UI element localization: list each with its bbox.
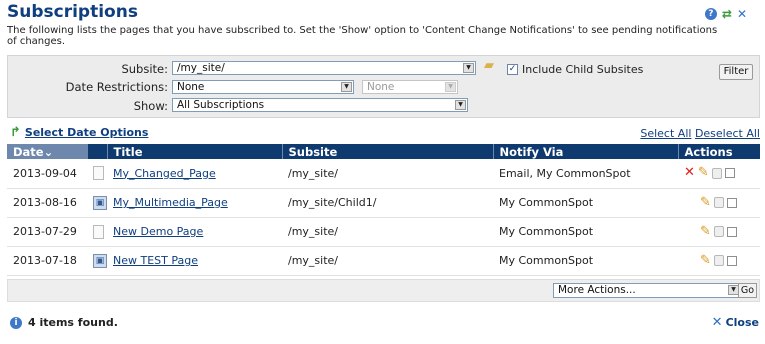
chevron-down-icon: ▼ bbox=[341, 82, 352, 92]
table-row: 2013-07-18 ▣ New TEST Page /my_site/ My … bbox=[7, 246, 760, 276]
chevron-down-icon: ▼ bbox=[463, 63, 474, 73]
show-label: Show: bbox=[133, 99, 168, 113]
column-subsite[interactable]: Subsite bbox=[282, 144, 494, 159]
filter-panel: Subsite: /my_site/ ▼ ▰ ✓ Include Child S… bbox=[7, 55, 760, 118]
column-title[interactable]: Title bbox=[107, 144, 283, 159]
select-all-link[interactable]: Select All bbox=[640, 127, 691, 140]
row-actions: ✎ bbox=[684, 225, 760, 238]
pencil-icon[interactable]: ✎ bbox=[700, 196, 711, 209]
lock-icon bbox=[711, 167, 722, 179]
date-restrictions-label: Date Restrictions: bbox=[65, 80, 168, 94]
folder-icon[interactable]: ▰ bbox=[484, 59, 500, 72]
column-actions: Actions bbox=[678, 144, 760, 159]
row-title-link[interactable]: My_Changed_Page bbox=[113, 167, 216, 180]
bottom-actions-bar: More Actions... ▼ Go bbox=[7, 279, 760, 302]
page-description: The following lists the pages that you h… bbox=[7, 25, 718, 47]
table-header: Date⌄ Title Subsite Notify Via Actions bbox=[7, 144, 760, 159]
help-icon[interactable]: ? bbox=[704, 8, 717, 20]
row-actions: ✎ bbox=[684, 196, 760, 209]
more-actions-value: More Actions... bbox=[558, 284, 636, 296]
row-checkbox[interactable] bbox=[724, 168, 735, 179]
select-date-options[interactable]: ↱ Select Date Options bbox=[10, 124, 149, 140]
refresh-icon[interactable]: ⇄ bbox=[722, 8, 732, 20]
row-title-link[interactable]: New Demo Page bbox=[113, 225, 203, 238]
page-title: Subscriptions bbox=[7, 2, 138, 22]
subsite-label: Subsite: bbox=[121, 62, 168, 76]
filter-button[interactable]: Filter bbox=[719, 64, 753, 80]
multimedia-icon: ▣ bbox=[93, 195, 107, 210]
sort-desc-icon: ⌄ bbox=[43, 144, 54, 159]
close-button[interactable]: ✕ Close bbox=[712, 316, 759, 329]
row-actions: ✎ bbox=[684, 254, 760, 267]
row-date: 2013-07-29 bbox=[7, 217, 87, 247]
column-date-label: Date bbox=[13, 144, 44, 159]
subsite-select[interactable]: /my_site/ ▼ bbox=[172, 61, 476, 75]
pencil-icon[interactable]: ✎ bbox=[700, 225, 711, 238]
close-icon: ✕ bbox=[711, 315, 723, 330]
row-date: 2013-07-18 bbox=[7, 246, 87, 276]
subscriptions-table: Date⌄ Title Subsite Notify Via Actions 2… bbox=[7, 144, 760, 276]
lock-icon bbox=[713, 226, 724, 237]
include-child-checkbox[interactable]: ✓ bbox=[507, 64, 518, 75]
column-icon bbox=[87, 144, 108, 159]
row-title-link[interactable]: My_Multimedia_Page bbox=[113, 196, 228, 209]
row-notify: My CommonSpot bbox=[493, 188, 678, 218]
row-date: 2013-09-04 bbox=[7, 159, 87, 189]
row-date: 2013-08-16 bbox=[7, 188, 87, 218]
row-checkbox[interactable] bbox=[726, 255, 737, 266]
chevron-down-icon: ▼ bbox=[455, 100, 466, 110]
pencil-icon[interactable]: ✎ bbox=[698, 166, 709, 179]
table-row: 2013-08-16 ▣ My_Multimedia_Page /my_site… bbox=[7, 188, 760, 218]
more-actions-select[interactable]: More Actions... ▼ bbox=[553, 283, 741, 298]
pencil-icon[interactable]: ✎ bbox=[700, 254, 711, 267]
lock-icon bbox=[713, 255, 724, 266]
top-icons: ? ⇄ ✕ bbox=[704, 8, 747, 20]
date-restrictions-value: None bbox=[177, 81, 205, 93]
date-secondary-value: None bbox=[367, 81, 395, 93]
table-row: 2013-09-04 My_Changed_Page /my_site/ Ema… bbox=[7, 159, 760, 189]
lock-icon bbox=[713, 197, 724, 208]
row-subsite: /my_site/ bbox=[282, 246, 493, 276]
chevron-down-icon: ▼ bbox=[445, 82, 456, 92]
row-notify: Email, My CommonSpot bbox=[493, 159, 678, 189]
row-subsite: /my_site/Child1/ bbox=[282, 188, 493, 218]
row-checkbox[interactable] bbox=[726, 197, 737, 208]
row-notify: My CommonSpot bbox=[493, 246, 678, 276]
info-icon: i bbox=[10, 316, 22, 329]
date-secondary-select: None ▼ bbox=[362, 80, 458, 94]
row-title-link[interactable]: New TEST Page bbox=[113, 254, 198, 267]
arrow-icon: ↱ bbox=[10, 124, 21, 140]
close-icon[interactable]: ✕ bbox=[737, 8, 747, 20]
column-date[interactable]: Date⌄ bbox=[7, 144, 88, 159]
page-icon bbox=[93, 166, 104, 181]
date-restrictions-select[interactable]: None ▼ bbox=[172, 80, 354, 94]
row-notify: My CommonSpot bbox=[493, 217, 678, 247]
select-date-options-link[interactable]: Select Date Options bbox=[25, 126, 149, 139]
row-subsite: /my_site/ bbox=[282, 217, 493, 247]
delete-icon[interactable]: ✕ bbox=[684, 166, 695, 179]
deselect-all-link[interactable]: Deselect All bbox=[695, 127, 760, 140]
items-found-text: 4 items found. bbox=[28, 316, 118, 329]
multimedia-icon: ▣ bbox=[93, 253, 107, 268]
include-child-label: Include Child Subsites bbox=[522, 63, 644, 76]
show-value: All Subscriptions bbox=[177, 99, 265, 111]
row-actions: ✕ ✎ bbox=[684, 166, 760, 179]
page-icon bbox=[93, 224, 104, 239]
table-row: 2013-07-29 New Demo Page /my_site/ My Co… bbox=[7, 217, 760, 247]
show-select[interactable]: All Subscriptions ▼ bbox=[172, 98, 468, 112]
items-found: i 4 items found. bbox=[10, 316, 118, 329]
column-notify[interactable]: Notify Via bbox=[493, 144, 679, 159]
row-subsite: /my_site/ bbox=[282, 159, 493, 189]
subsite-value: /my_site/ bbox=[177, 62, 225, 74]
go-button[interactable]: Go bbox=[738, 283, 757, 298]
selection-links: Select All Deselect All bbox=[640, 127, 760, 140]
close-label: Close bbox=[725, 316, 759, 329]
row-checkbox[interactable] bbox=[726, 226, 737, 237]
